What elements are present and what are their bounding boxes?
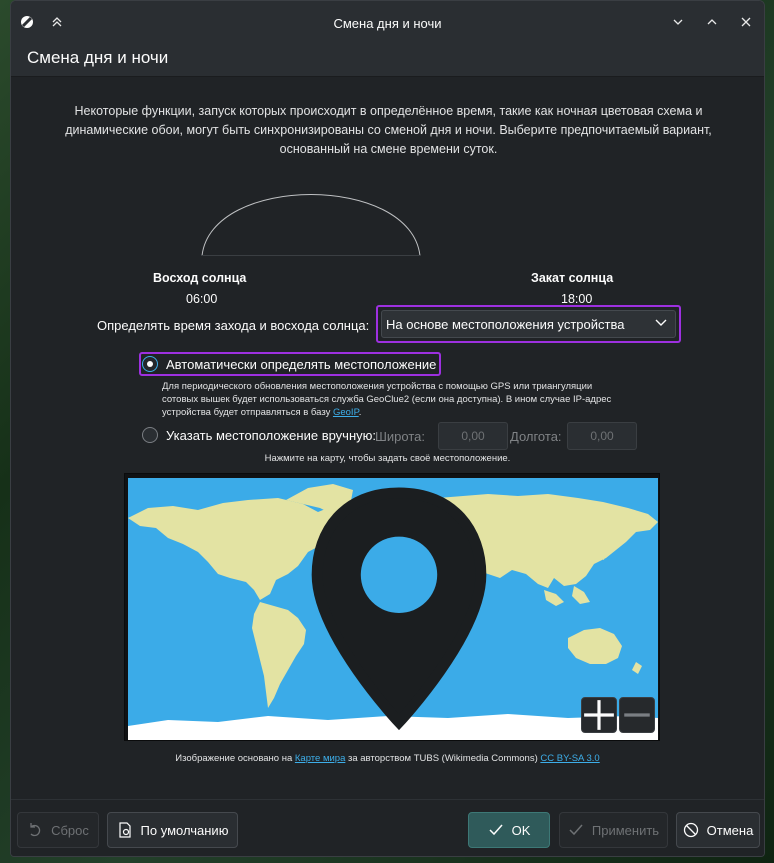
description-line: динамические обои, могут быть синхронизи… <box>65 123 712 137</box>
maximize-icon[interactable] <box>702 12 722 32</box>
manual-location-label[interactable]: Указать местоположение вручную: <box>166 428 376 443</box>
settings-window: Смена дня и ночи Смена дня и ночи Некото… <box>10 0 765 857</box>
main-content: Некоторые функции, запуск которых происх… <box>11 78 764 798</box>
help-text: устройства будет отправляться в базу <box>162 407 333 418</box>
manual-location-radio-row[interactable]: Указать местоположение вручную: <box>142 427 376 443</box>
day-arc <box>201 194 421 256</box>
license-link[interactable]: CC BY-SA 3.0 <box>540 753 599 764</box>
latitude-input[interactable]: 0,00 <box>438 422 508 450</box>
sunset-time: 18:00 <box>561 292 593 306</box>
sunrise-time: 06:00 <box>186 292 218 306</box>
mode-label: Определять время захода и восхода солнца… <box>97 318 370 333</box>
sunset-label: Закат солнца <box>531 271 614 285</box>
description-line: основанный на смене времени суток. <box>279 142 498 156</box>
latitude-label: Широта: <box>375 429 426 444</box>
minimize-icon[interactable] <box>668 12 688 32</box>
checkmark-icon <box>489 824 503 836</box>
longitude-label: Долгота: <box>510 429 562 444</box>
help-line: устройства будет отправляться в базу Geo… <box>162 406 611 419</box>
attribution-text: Изображение основано на <box>175 753 295 764</box>
longitude-input[interactable]: 0,00 <box>567 422 637 450</box>
ok-label: OK <box>511 822 531 838</box>
mode-selected-value: На основе местоположения устройства <box>386 316 625 332</box>
button-bar: Сброс По умолчанию OK Применить Отмена <box>11 799 764 856</box>
mode-select-field[interactable]: На основе местоположения устройства <box>381 310 676 338</box>
plus-icon <box>584 700 614 730</box>
help-line: сотовых вышек будет использоваться служб… <box>162 394 612 405</box>
app-menu-icon[interactable] <box>17 12 37 32</box>
document-defaults-icon <box>118 822 131 838</box>
ok-button[interactable]: OK <box>468 812 550 848</box>
attribution-text: за авторством TUBS (Wikimedia Commons) <box>345 753 541 764</box>
page-header: Смена дня и ночи <box>11 45 764 77</box>
help-line: Для периодического обновления местополож… <box>162 381 593 392</box>
reset-label: Сброс <box>51 822 89 838</box>
close-icon[interactable] <box>736 12 756 32</box>
cancel-button[interactable]: Отмена <box>676 812 760 848</box>
location-pin-icon <box>311 487 487 731</box>
auto-location-radio[interactable] <box>142 356 158 372</box>
title-bar[interactable]: Смена дня и ночи <box>11 1 764 45</box>
apply-label: Применить <box>591 822 660 838</box>
zoom-out-button[interactable] <box>619 697 655 733</box>
cancel-icon <box>683 822 698 838</box>
description-text: Некоторые функции, запуск которых происх… <box>41 102 736 159</box>
map-hint: Нажмите на карту, чтобы задать своё мест… <box>264 453 511 464</box>
minus-icon <box>624 713 650 717</box>
chevron-down-icon <box>655 319 667 326</box>
world-map[interactable] <box>128 478 658 740</box>
help-text: . <box>358 407 362 418</box>
auto-location-radio-row[interactable]: Автоматически определять местоположение <box>142 356 436 372</box>
reset-button[interactable]: Сброс <box>17 812 99 848</box>
checkmark-icon <box>569 824 583 836</box>
description-line: Некоторые функции, запуск которых происх… <box>74 104 703 118</box>
manual-location-radio[interactable] <box>142 427 158 443</box>
defaults-label: По умолчанию <box>140 822 229 838</box>
mode-select[interactable]: На основе местоположения устройства <box>376 305 681 343</box>
page-title: Смена дня и ночи <box>27 48 169 67</box>
undo-icon <box>30 823 41 837</box>
cancel-label: Отмена <box>706 822 754 838</box>
zoom-in-button[interactable] <box>581 697 617 733</box>
geoip-link[interactable]: GeoIP <box>333 407 359 418</box>
auto-location-help: Для периодического обновления местополож… <box>162 380 611 419</box>
defaults-button[interactable]: По умолчанию <box>107 812 238 848</box>
map-attribution: Изображение основано на Карте мира за ав… <box>11 753 764 764</box>
apply-button[interactable]: Применить <box>559 812 668 848</box>
keep-above-icon[interactable] <box>47 12 67 32</box>
map-frame <box>124 473 660 741</box>
window-title: Смена дня и ночи <box>333 15 442 31</box>
auto-location-label[interactable]: Автоматически определять местоположение <box>166 357 436 372</box>
sunrise-label: Восход солнца <box>153 271 247 285</box>
world-map-link[interactable]: Карте мира <box>295 753 345 764</box>
